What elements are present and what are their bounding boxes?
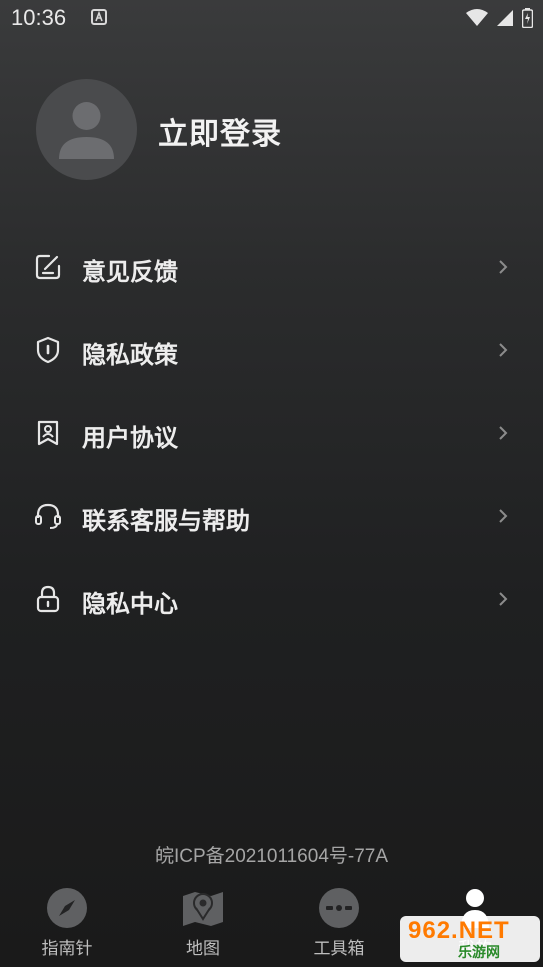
battery-icon	[522, 8, 533, 28]
wifi-icon	[466, 9, 488, 26]
menu-item-feedback[interactable]: 意见反馈	[0, 226, 543, 309]
compass-icon	[47, 888, 87, 928]
watermark-main: 962.NET	[408, 917, 510, 944]
watermark-sub: 乐游网	[458, 945, 500, 961]
status-bar: 10:36	[0, 0, 543, 40]
chevron-right-icon	[499, 426, 508, 440]
feedback-edit-icon	[35, 254, 61, 280]
map-icon	[183, 892, 223, 926]
menu-item-privacy-center[interactable]: 隐私中心	[0, 558, 543, 641]
signal-icon	[497, 10, 513, 26]
toolbox-icon	[319, 888, 359, 928]
status-indicators	[466, 8, 533, 28]
default-user-icon	[59, 102, 114, 159]
nav-tab-label: 工具箱	[313, 939, 365, 959]
nav-tab-label: 地图	[186, 939, 220, 959]
chevron-right-icon	[499, 260, 508, 274]
user-agreement-icon	[37, 420, 59, 446]
menu-item-privacy-policy[interactable]: 隐私政策	[0, 309, 543, 392]
profile-header[interactable]: 立即登录	[36, 79, 516, 181]
menu-item-label: 用户协议	[82, 424, 178, 452]
nav-tab-compass[interactable]: 指南针	[12, 880, 122, 967]
menu-item-customer-service[interactable]: 联系客服与帮助	[0, 475, 543, 558]
settings-menu: 意见反馈 隐私政策 用户协议 联系客服与帮助 隐私中心	[0, 226, 543, 641]
avatar[interactable]	[36, 79, 137, 180]
nav-tab-label: 指南针	[41, 939, 93, 959]
login-link[interactable]: 立即登录	[158, 109, 282, 153]
shield-icon	[36, 336, 60, 364]
status-time: 10:36	[11, 5, 67, 30]
chevron-right-icon	[499, 343, 508, 357]
menu-item-label: 隐私政策	[82, 341, 178, 369]
menu-item-label: 联系客服与帮助	[82, 507, 250, 535]
menu-item-user-agreement[interactable]: 用户协议	[0, 392, 543, 475]
headset-icon	[35, 503, 61, 529]
menu-item-label: 隐私中心	[82, 590, 178, 618]
menu-item-label: 意见反馈	[82, 258, 178, 286]
nav-tab-toolbox[interactable]: 工具箱	[284, 880, 394, 967]
notification-icon	[91, 9, 107, 25]
lock-icon	[36, 585, 60, 613]
chevron-right-icon	[499, 509, 508, 523]
nav-tab-map[interactable]: 地图	[148, 880, 258, 967]
icp-filing-text: 皖ICP备2021011604号-77A	[154, 846, 389, 867]
chevron-right-icon	[499, 592, 508, 606]
site-watermark: 962.NET 乐游网	[400, 916, 540, 962]
